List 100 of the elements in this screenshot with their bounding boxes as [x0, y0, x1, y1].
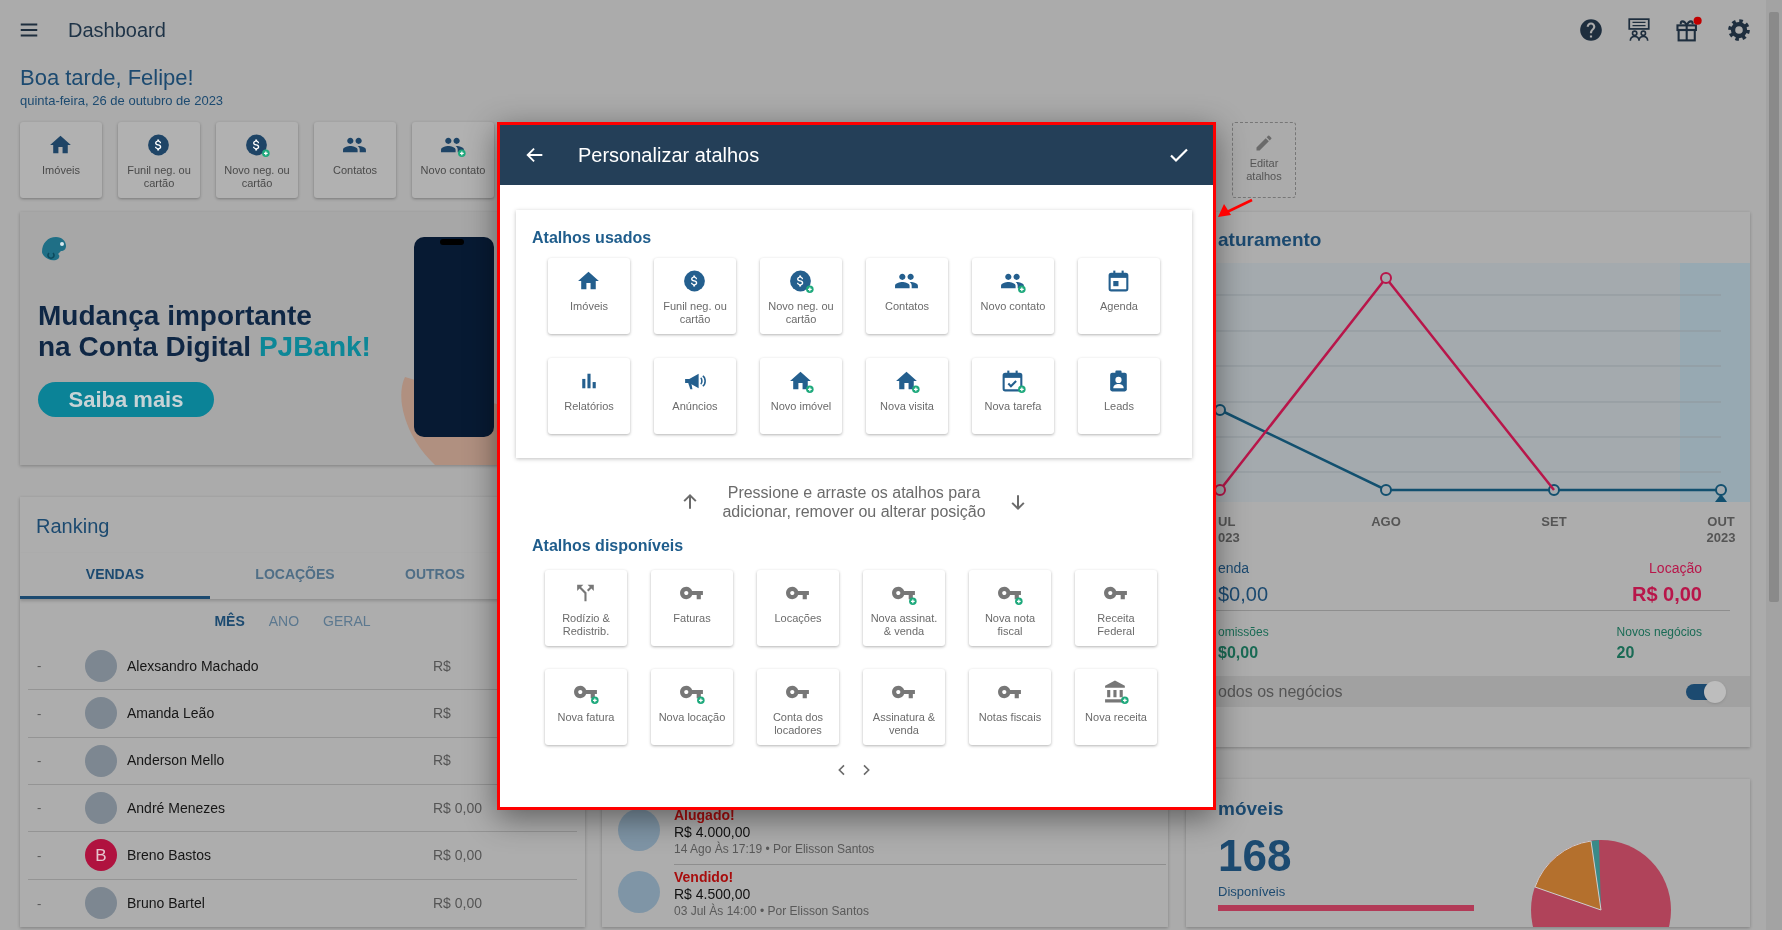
shortcut-tile[interactable]: Agenda — [1078, 258, 1160, 334]
shortcut-tile[interactable]: Imóveis — [20, 122, 102, 198]
axis-label: 2023 — [1706, 530, 1736, 546]
shortcut-tile[interactable]: Contatos — [866, 258, 948, 334]
shortcut-tile[interactable]: Funil neg. ou cartão — [654, 258, 736, 334]
section-title: Atalhos usados — [532, 228, 653, 248]
shortcut-tile[interactable]: Nova locação — [651, 669, 733, 745]
shortcut-tile[interactable]: Assinatura & venda — [863, 669, 945, 745]
shortcut-tile[interactable]: Locações — [757, 570, 839, 646]
date-text: quinta-feira, 26 de outubro de 2023 — [20, 92, 225, 109]
saiba-mais-button[interactable]: Saiba mais — [38, 382, 214, 417]
card-title: móveis — [1218, 797, 1285, 821]
person-name: Alexsandro Machado — [127, 656, 260, 676]
avatar-placeholder — [85, 650, 117, 683]
avatar-placeholder — [85, 887, 117, 920]
initial-avatar: B — [85, 839, 117, 872]
shortcut-tile[interactable]: Novo contato — [412, 122, 494, 198]
current-month-marker — [1715, 494, 1727, 502]
settings-icon[interactable] — [1726, 17, 1752, 43]
shortcut-tile[interactable]: Novo contato — [972, 258, 1054, 334]
scrollbar-thumb[interactable] — [1769, 12, 1779, 602]
shortcut-tile[interactable]: Novo neg. ou cartão — [216, 122, 298, 198]
avatar-placeholder — [85, 792, 117, 825]
person-name: Breno Bastos — [127, 845, 213, 865]
shortcut-tile[interactable]: Imóveis — [548, 258, 630, 334]
meta-text: 03 Jul Às 14:00 • Por Elisson Santos — [674, 903, 870, 919]
shortcut-tile[interactable]: Contatos — [314, 122, 396, 198]
stat-label: Novos negócios — [1616, 624, 1702, 641]
shortcut-tile[interactable]: Anúncios — [654, 358, 736, 434]
page-title: Dashboard — [68, 18, 166, 43]
person-name: Anderson Mello — [127, 751, 226, 771]
annotation-arrow — [1217, 198, 1253, 220]
count-text: 168 — [1218, 831, 1293, 880]
stat-label: Locação — [1649, 559, 1702, 578]
amount-text: R$ 4.500,00 — [674, 886, 752, 903]
stat-value: $0,00 — [1218, 582, 1269, 607]
status-text: Alugado! — [674, 807, 736, 824]
rank-position: - — [37, 752, 43, 770]
stat-value: R$ 0,00 — [1631, 582, 1702, 607]
photo-placeholder — [618, 871, 660, 913]
banner-headline: Mudança importante na Conta Digital PJBank! — [38, 300, 371, 362]
dollar-icon — [146, 132, 172, 158]
shortcut-tile[interactable]: Funil neg. ou cartão — [118, 122, 200, 198]
shortcut-tile[interactable]: Nova fatura — [545, 669, 627, 745]
card-title: aturamento — [1217, 228, 1323, 252]
amount-text: R$ — [433, 751, 451, 771]
shortcut-tile[interactable]: Nova assinat. & venda — [863, 570, 945, 646]
amount-text: R$ 4.000,00 — [674, 824, 752, 841]
rank-position: - — [37, 799, 43, 818]
shortcut-tile[interactable]: Novo neg. ou cartão — [760, 258, 842, 334]
avatar-placeholder — [85, 697, 117, 730]
shortcut-tile[interactable]: Nova nota fiscal — [969, 570, 1051, 646]
shortcut-tile[interactable]: Novo imóvel — [760, 358, 842, 434]
presentation-icon[interactable] — [1626, 17, 1652, 43]
amount-text: R$ 0,00 — [433, 845, 483, 865]
person-name: André Menezes — [127, 798, 227, 818]
person-name: Bruno Bartel — [127, 893, 206, 913]
stat-value: 20 — [1616, 643, 1636, 663]
bank-icon — [1103, 679, 1129, 705]
stat-label: omissões — [1218, 624, 1269, 641]
stat-value: $0,00 — [1218, 643, 1260, 663]
ranking-tab[interactable]: VENDAS — [20, 553, 210, 600]
shortcut-tile[interactable]: Rodízio & Redistrib. — [545, 570, 627, 646]
rank-position: - — [37, 704, 43, 723]
meta-text: 14 Ago Às 17:19 • Por Elisson Santos — [674, 841, 876, 857]
status-text: Vendido! — [674, 869, 735, 886]
amount-text: R$ — [433, 656, 451, 676]
shortcut-tile[interactable]: Conta dos locadores — [757, 669, 839, 745]
help-icon[interactable] — [1578, 17, 1604, 43]
edit-shortcuts-tile[interactable]: Editar atalhos — [1232, 122, 1296, 198]
shortcut-tile[interactable]: Nova visita — [866, 358, 948, 434]
axis-label: OUT — [1707, 514, 1735, 530]
dollar-icon — [682, 268, 708, 294]
down-arrow-icon[interactable] — [1008, 492, 1028, 512]
shortcut-tile[interactable]: Faturas — [651, 570, 733, 646]
axis-label: 023 — [1218, 530, 1240, 546]
shortcut-tile[interactable]: Nova receita — [1075, 669, 1157, 745]
calendar-check-icon — [1000, 368, 1026, 394]
gift-icon[interactable] — [1674, 16, 1704, 44]
toggle-label: odos os negócios — [1218, 681, 1343, 702]
shortcut-tile[interactable]: Notas fiscais — [969, 669, 1051, 745]
period-tab[interactable]: MÊS — [214, 610, 245, 632]
dialog-title: Personalizar atalhos — [578, 143, 760, 168]
pencil-icon — [1254, 133, 1274, 153]
axis-label: UL — [1218, 514, 1236, 530]
shortcut-tile[interactable]: Receita Federal — [1075, 570, 1157, 646]
amount-text: R$ 0,00 — [433, 798, 483, 818]
dollar-icon — [244, 132, 270, 158]
section-title: Atalhos disponíveis — [532, 536, 685, 556]
photo-placeholder — [618, 809, 660, 851]
greeting-title: Boa tarde, Felipe! — [20, 64, 195, 92]
card-title: Ranking — [36, 514, 110, 539]
shortcut-tile[interactable]: Relatórios — [548, 358, 630, 434]
shortcut-tile[interactable]: Nova tarefa — [972, 358, 1054, 434]
rank-position: - — [37, 657, 43, 676]
stat-label: enda — [1218, 559, 1251, 578]
axis-label: AGO — [1371, 514, 1401, 530]
toggle-switch[interactable] — [1686, 683, 1724, 700]
shortcut-tile[interactable]: Leads — [1078, 358, 1160, 434]
caption-text: Disponíveis — [1218, 882, 1287, 901]
